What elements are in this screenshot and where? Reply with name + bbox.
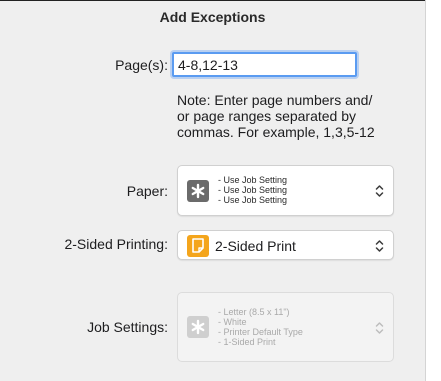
dialog-title: Add Exceptions [159,9,266,25]
pages-note-line: or page ranges separated by [177,108,357,124]
two-sided-value: 2-Sided Print [215,238,296,254]
job-settings-summary: - Letter (8.5 x 11") - White - Printer D… [218,307,303,347]
top-border [0,0,425,1]
two-sided-popup[interactable]: 2-Sided Print [177,230,394,260]
pages-input[interactable]: 4-8,12-13 [172,52,357,77]
job-settings-summary-line: - 1-Sided Print [218,337,276,347]
job-settings-summary-line: - Letter (8.5 x 11") [218,307,290,317]
paper-summary-line: - Use Job Setting [218,185,288,195]
pages-note-line: commas. For example, 1,3,5-12 [177,124,375,140]
job-settings-popup: - Letter (8.5 x 11") - White - Printer D… [177,292,394,362]
two-sided-label: 2-Sided Printing: [64,236,168,252]
asterisk-icon [187,180,209,202]
paper-summary-line: - Use Job Setting [218,175,288,185]
pages-note: Note: Enter page numbers and/ or page ra… [177,92,397,140]
document-icon [187,235,209,257]
up-down-chevron-icon [375,184,384,198]
job-settings-summary-line: - White [218,317,247,327]
paper-summary: - Use Job Setting - Use Job Setting - Us… [218,175,287,205]
pages-note-line: Note: Enter page numbers and/ [177,92,373,108]
pages-label: Page(s): [115,57,168,73]
up-down-chevron-icon [375,239,384,253]
paper-summary-line: - Use Job Setting [218,195,288,205]
asterisk-icon [187,316,209,338]
paper-popup[interactable]: - Use Job Setting - Use Job Setting - Us… [177,165,394,216]
paper-label: Paper: [126,183,168,199]
job-settings-label: Job Settings: [87,319,168,335]
up-down-chevron-icon [375,321,384,335]
job-settings-summary-line: - Printer Default Type [218,327,303,337]
add-exceptions-dialog: Add Exceptions Page(s): 4-8,12-13 Note: … [0,0,426,381]
